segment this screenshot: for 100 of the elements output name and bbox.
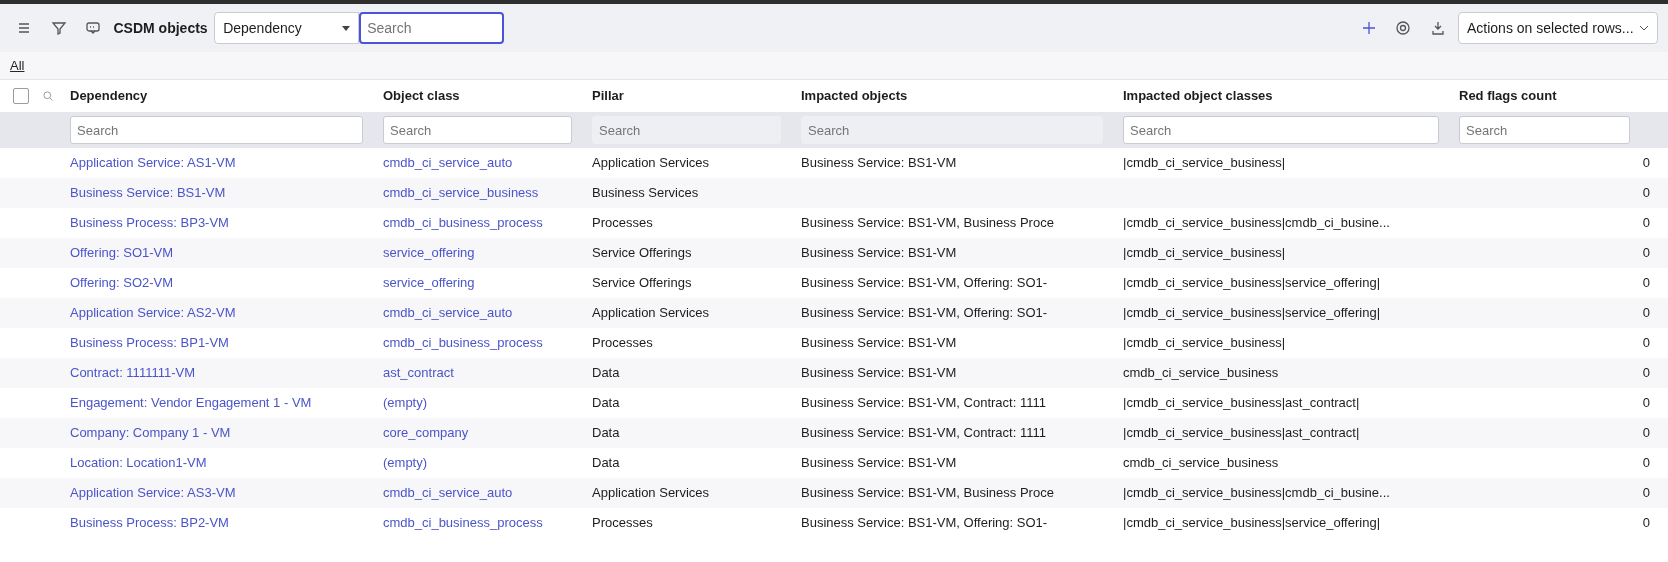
table-link[interactable]: ast_contract [383, 363, 454, 383]
table-cell-text: Business Service: BS1-VM, Offering: SO1- [801, 514, 1048, 533]
actions-select[interactable]: Actions on selected rows... [1458, 12, 1658, 44]
table-link[interactable]: cmdb_ci_service_auto [383, 483, 513, 503]
table-cell-text: |cmdb_ci_service_business|ast_contract| [1123, 394, 1360, 413]
table-link[interactable]: cmdb_ci_service_business [383, 183, 539, 203]
table-link[interactable]: Business Process: BP3-VM [70, 213, 229, 233]
table-cell-text: 0 [1642, 424, 1650, 443]
table-cell-text: Processes [592, 334, 653, 353]
table-cell-text: Processes [592, 214, 653, 233]
table-cell-text: 0 [1642, 154, 1650, 173]
table-cell-text: Business Service: BS1-VM [801, 154, 957, 173]
table-link[interactable]: cmdb_ci_service_auto [383, 153, 513, 173]
table-cell-text: |cmdb_ci_service_business|cmdb_ci_busine... [1123, 484, 1390, 503]
menu-icon [16, 20, 32, 36]
table-cell-text: Business Service: BS1-VM, Offering: SO1- [801, 274, 1048, 293]
table-link[interactable]: Engagement: Vendor Engagement 1 - VM [70, 393, 312, 413]
column-header[interactable]: Object class [383, 86, 460, 106]
table-link[interactable]: Application Service: AS3-VM [70, 483, 236, 503]
table-cell-text: |cmdb_ci_service_business|cmdb_ci_busine... [1123, 214, 1390, 233]
filter-field[interactable]: Search [1459, 116, 1630, 144]
table-link[interactable]: Business Process: BP2-VM [70, 513, 229, 533]
table-cell-text: 0 [1642, 394, 1650, 413]
breadcrumb-link[interactable]: All [10, 58, 25, 73]
table-cell-text: |cmdb_ci_service_business|service_offering| [1123, 274, 1381, 293]
filter-field[interactable]: Search [70, 116, 363, 144]
caret-icon [342, 25, 351, 31]
field-select[interactable]: Dependency [214, 12, 360, 44]
table-cell-text: |cmdb_ci_service_business|service_offering| [1123, 514, 1381, 533]
table-cell-text: Data [592, 394, 620, 413]
table-cell-text: Business Service: BS1-VM [801, 364, 957, 383]
table-cell-text: Business Service: BS1-VM [801, 244, 957, 263]
table-link[interactable]: Company: Company 1 - VM [70, 423, 231, 443]
table-cell-text: 0 [1642, 304, 1650, 323]
table-cell-text: Application Services [592, 484, 710, 503]
chevron-icon [1639, 25, 1649, 31]
filter-field[interactable]: Search [383, 116, 572, 144]
table-cell-text: Business Service: BS1-VM, Business Proce [801, 484, 1054, 503]
table-cell-text: Application Services [592, 304, 710, 323]
table-link[interactable]: core_company [383, 423, 469, 443]
table-link[interactable]: Offering: SO1-VM [70, 243, 174, 263]
table-cell-text: Application Services [592, 154, 710, 173]
table-link[interactable]: cmdb_ci_service_auto [383, 303, 513, 323]
table-cell-text: 0 [1642, 334, 1650, 353]
table-cell-text: 0 [1642, 364, 1650, 383]
table-cell-text: 0 [1642, 244, 1650, 263]
list-title: CSDM objects [113, 18, 208, 38]
table-cell-text: Business Services [592, 184, 699, 203]
table-link[interactable]: cmdb_ci_business_process [383, 513, 543, 533]
select-all-checkbox[interactable] [13, 88, 29, 104]
table-cell-text: Business Service: BS1-VM, Contract: 1111 [801, 424, 1046, 443]
table-cell-text: Service Offerings [592, 244, 692, 263]
filter-icon [50, 20, 67, 36]
table-cell-text: |cmdb_ci_service_business|ast_contract| [1123, 424, 1360, 443]
table-cell-text: 0 [1642, 274, 1650, 293]
table-link[interactable]: service_offering [383, 273, 475, 293]
download-icon [1429, 20, 1446, 36]
table-cell-text: Business Service: BS1-VM, Business Proce [801, 214, 1054, 233]
table-cell-text: cmdb_ci_service_business [1123, 454, 1279, 473]
table-cell-text: Data [592, 454, 620, 473]
table-cell-text: Data [592, 424, 620, 443]
filter-field[interactable]: Search [1123, 116, 1439, 144]
table-cell-text: Business Service: BS1-VM [801, 454, 957, 473]
table-link[interactable]: Application Service: AS2-VM [70, 303, 236, 323]
table-cell-text: 0 [1642, 484, 1650, 503]
table-link[interactable]: cmdb_ci_business_process [383, 213, 543, 233]
column-header[interactable]: Dependency [70, 86, 148, 106]
table-link[interactable]: cmdb_ci_business_process [383, 333, 543, 353]
search-icon[interactable] [42, 90, 54, 102]
chat-icon [85, 20, 101, 36]
table-link[interactable]: Location: Location1-VM [70, 453, 207, 473]
settings-icon [1395, 20, 1411, 36]
table-link[interactable]: (empty) [383, 453, 428, 473]
column-header[interactable]: Impacted objects [801, 86, 908, 106]
column-header[interactable]: Pillar [592, 86, 624, 106]
table-cell-text: cmdb_ci_service_business [1123, 364, 1279, 383]
column-header[interactable]: Impacted object classes [1123, 86, 1273, 106]
table-cell-text: Business Service: BS1-VM, Offering: SO1- [801, 304, 1048, 323]
table-cell-text: |cmdb_ci_service_business| [1123, 244, 1286, 263]
table-cell-text: Data [592, 364, 620, 383]
table-link[interactable]: Business Service: BS1-VM [70, 183, 226, 203]
table-link[interactable]: Offering: SO2-VM [70, 273, 174, 293]
table-link[interactable]: service_offering [383, 243, 475, 263]
table-cell-text: |cmdb_ci_service_business| [1123, 334, 1286, 353]
table-link[interactable]: Contract: 1111111-VM [70, 363, 195, 383]
table-cell-text: |cmdb_ci_service_business|service_offering| [1123, 304, 1381, 323]
table-cell-text: Business Service: BS1-VM, Contract: 1111 [801, 394, 1046, 413]
table-cell-text: Processes [592, 514, 653, 533]
table-cell-text: 0 [1642, 514, 1650, 533]
search-field[interactable]: Search [359, 12, 505, 44]
table-cell-text: 0 [1642, 214, 1650, 233]
table-cell-text: 0 [1642, 184, 1650, 203]
table-cell-text: |cmdb_ci_service_business| [1123, 154, 1286, 173]
table-cell-text: Business Service: BS1-VM [801, 334, 957, 353]
table-cell-text: Service Offerings [592, 274, 692, 293]
table-link[interactable]: Application Service: AS1-VM [70, 153, 236, 173]
table-link[interactable]: Business Process: BP1-VM [70, 333, 229, 353]
column-header[interactable]: Red flags count [1459, 86, 1557, 106]
filter-field: Search [592, 116, 781, 144]
table-link[interactable]: (empty) [383, 393, 428, 413]
